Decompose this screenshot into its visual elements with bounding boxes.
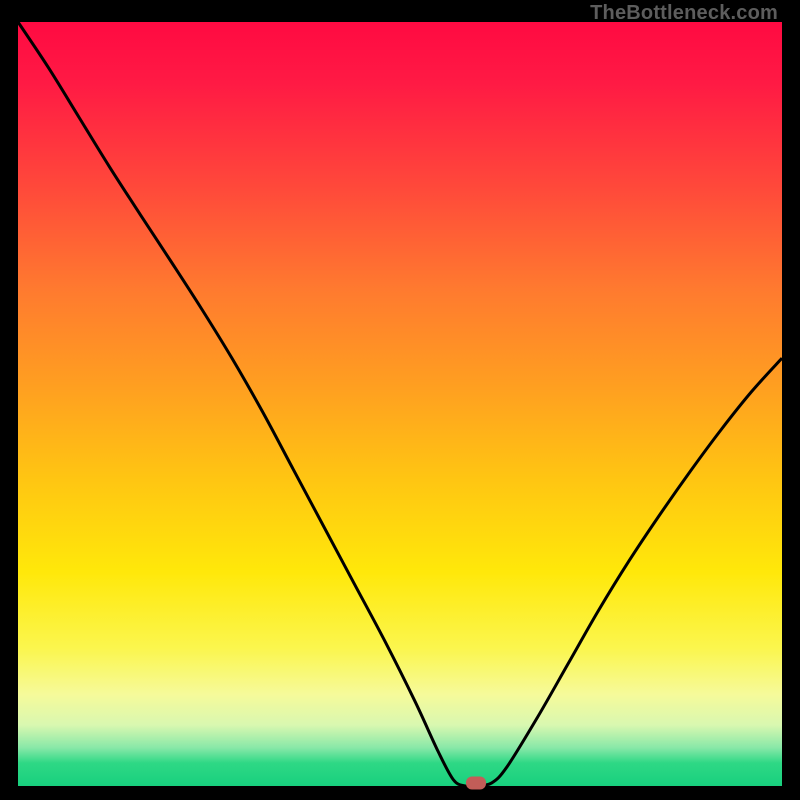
bottleneck-curve bbox=[18, 22, 782, 786]
optimal-point-marker bbox=[466, 777, 486, 790]
curve-path bbox=[18, 22, 782, 787]
chart-stage: TheBottleneck.com bbox=[0, 0, 800, 800]
chart-frame bbox=[18, 22, 782, 786]
plot-area bbox=[18, 22, 782, 786]
